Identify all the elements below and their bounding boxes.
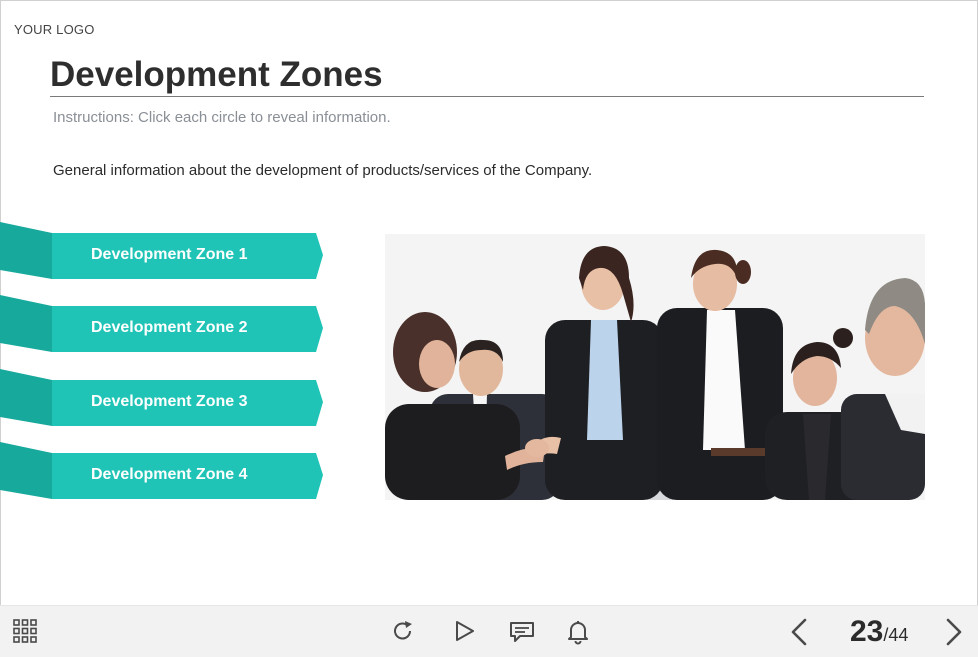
replay-icon[interactable] xyxy=(391,619,415,648)
development-zone-1-button[interactable]: Development Zone 1 xyxy=(0,222,323,279)
zone-label: Development Zone 2 xyxy=(91,319,248,336)
comment-icon[interactable] xyxy=(509,620,535,649)
logo: YOUR LOGO xyxy=(14,22,95,37)
player-toolbar xyxy=(0,605,978,657)
general-info-text: General information about the developmen… xyxy=(53,162,593,179)
zone-label: Development Zone 4 xyxy=(91,466,248,483)
zone-label: Development Zone 1 xyxy=(91,246,248,263)
page-title: Development Zones xyxy=(50,55,383,94)
development-zone-4-button[interactable]: Development Zone 4 xyxy=(0,442,323,499)
bell-icon[interactable] xyxy=(566,619,590,650)
title-divider xyxy=(50,96,924,97)
page-counter: 23/44 xyxy=(850,615,908,649)
play-icon[interactable] xyxy=(453,619,477,648)
business-meeting-photo xyxy=(385,234,925,500)
grid-menu-icon[interactable] xyxy=(13,619,37,648)
next-icon[interactable] xyxy=(944,617,964,652)
development-zone-2-button[interactable]: Development Zone 2 xyxy=(0,295,323,352)
total-pages: /44 xyxy=(883,625,909,645)
instructions-text: Instructions: Click each circle to revea… xyxy=(53,109,391,126)
current-page: 23 xyxy=(850,615,884,648)
zone-label: Development Zone 3 xyxy=(91,393,248,410)
previous-icon[interactable] xyxy=(789,617,809,652)
development-zone-3-button[interactable]: Development Zone 3 xyxy=(0,369,323,426)
